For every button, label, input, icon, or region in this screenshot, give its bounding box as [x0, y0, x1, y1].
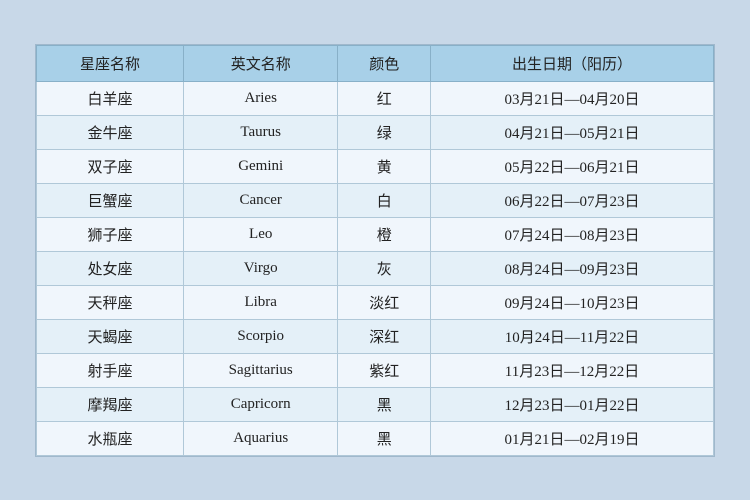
table-row: 水瓶座Aquarius黑01月21日—02月19日 [37, 421, 714, 455]
cell-dates: 12月23日—01月22日 [430, 387, 713, 421]
table-row: 摩羯座Capricorn黑12月23日—01月22日 [37, 387, 714, 421]
cell-chinese-name: 白羊座 [37, 81, 184, 115]
header-chinese-name: 星座名称 [37, 45, 184, 81]
table-header-row: 星座名称 英文名称 颜色 出生日期（阳历） [37, 45, 714, 81]
cell-english-name: Cancer [183, 183, 337, 217]
cell-color: 淡红 [338, 285, 431, 319]
header-color: 颜色 [338, 45, 431, 81]
cell-english-name: Sagittarius [183, 353, 337, 387]
header-english-name: 英文名称 [183, 45, 337, 81]
table-row: 处女座Virgo灰08月24日—09月23日 [37, 251, 714, 285]
cell-chinese-name: 摩羯座 [37, 387, 184, 421]
cell-dates: 08月24日—09月23日 [430, 251, 713, 285]
cell-dates: 01月21日—02月19日 [430, 421, 713, 455]
table-row: 狮子座Leo橙07月24日—08月23日 [37, 217, 714, 251]
cell-chinese-name: 射手座 [37, 353, 184, 387]
cell-color: 紫红 [338, 353, 431, 387]
cell-color: 灰 [338, 251, 431, 285]
cell-color: 橙 [338, 217, 431, 251]
cell-english-name: Virgo [183, 251, 337, 285]
cell-chinese-name: 处女座 [37, 251, 184, 285]
cell-chinese-name: 金牛座 [37, 115, 184, 149]
cell-dates: 10月24日—11月22日 [430, 319, 713, 353]
cell-color: 黑 [338, 421, 431, 455]
table-row: 天秤座Libra淡红09月24日—10月23日 [37, 285, 714, 319]
cell-english-name: Gemini [183, 149, 337, 183]
cell-english-name: Leo [183, 217, 337, 251]
cell-chinese-name: 水瓶座 [37, 421, 184, 455]
cell-chinese-name: 巨蟹座 [37, 183, 184, 217]
table-row: 射手座Sagittarius紫红11月23日—12月22日 [37, 353, 714, 387]
cell-english-name: Libra [183, 285, 337, 319]
cell-chinese-name: 双子座 [37, 149, 184, 183]
cell-dates: 03月21日—04月20日 [430, 81, 713, 115]
table-row: 巨蟹座Cancer白06月22日—07月23日 [37, 183, 714, 217]
cell-english-name: Aquarius [183, 421, 337, 455]
cell-color: 黑 [338, 387, 431, 421]
table-body: 白羊座Aries红03月21日—04月20日金牛座Taurus绿04月21日—0… [37, 81, 714, 455]
zodiac-table: 星座名称 英文名称 颜色 出生日期（阳历） 白羊座Aries红03月21日—04… [36, 45, 714, 456]
header-dates: 出生日期（阳历） [430, 45, 713, 81]
cell-dates: 06月22日—07月23日 [430, 183, 713, 217]
cell-color: 白 [338, 183, 431, 217]
zodiac-table-container: 星座名称 英文名称 颜色 出生日期（阳历） 白羊座Aries红03月21日—04… [35, 44, 715, 457]
cell-chinese-name: 天秤座 [37, 285, 184, 319]
table-row: 白羊座Aries红03月21日—04月20日 [37, 81, 714, 115]
table-row: 天蝎座Scorpio深红10月24日—11月22日 [37, 319, 714, 353]
cell-color: 黄 [338, 149, 431, 183]
cell-dates: 05月22日—06月21日 [430, 149, 713, 183]
cell-dates: 11月23日—12月22日 [430, 353, 713, 387]
cell-dates: 09月24日—10月23日 [430, 285, 713, 319]
cell-chinese-name: 狮子座 [37, 217, 184, 251]
cell-english-name: Taurus [183, 115, 337, 149]
cell-chinese-name: 天蝎座 [37, 319, 184, 353]
cell-color: 红 [338, 81, 431, 115]
table-row: 金牛座Taurus绿04月21日—05月21日 [37, 115, 714, 149]
cell-english-name: Capricorn [183, 387, 337, 421]
cell-color: 深红 [338, 319, 431, 353]
table-row: 双子座Gemini黄05月22日—06月21日 [37, 149, 714, 183]
cell-dates: 04月21日—05月21日 [430, 115, 713, 149]
cell-dates: 07月24日—08月23日 [430, 217, 713, 251]
cell-english-name: Scorpio [183, 319, 337, 353]
cell-color: 绿 [338, 115, 431, 149]
cell-english-name: Aries [183, 81, 337, 115]
